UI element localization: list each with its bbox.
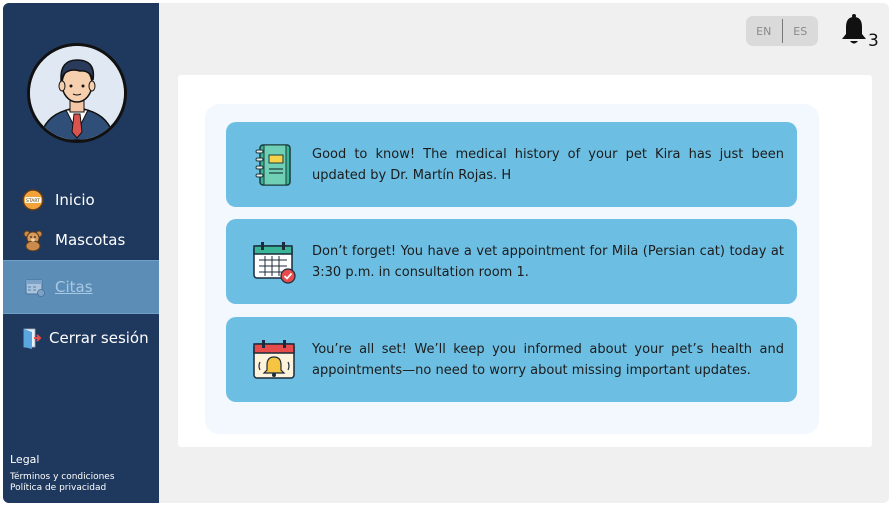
language-es-button[interactable]: ES xyxy=(783,25,819,38)
notification-count: 3 xyxy=(868,31,879,51)
sidebar-item-cerrar-sesion[interactable]: Cerrar sesión xyxy=(3,320,159,356)
medical-notebook-icon xyxy=(250,141,298,189)
notification-card[interactable]: Good to know! The medical history of you… xyxy=(226,122,797,207)
language-switcher: EN ES xyxy=(746,16,818,46)
notification-text: Good to know! The medical history of you… xyxy=(312,146,784,183)
sidebar-item-label: Citas xyxy=(55,278,93,296)
notification-text: Don’t forget! You have a vet appointment… xyxy=(312,243,784,280)
sidebar-item-mascotas[interactable]: Mascotas xyxy=(3,222,159,258)
notification-text: You’re all set! We’ll keep you informed … xyxy=(312,341,784,378)
notifications-container: Good to know! The medical history of you… xyxy=(205,104,819,434)
sidebar-item-citas[interactable]: Citas xyxy=(3,260,159,314)
notification-card[interactable]: You’re all set! We’ll keep you informed … xyxy=(226,317,797,402)
calendar-check-icon xyxy=(250,238,298,286)
user-avatar[interactable] xyxy=(27,43,127,143)
language-en-button[interactable]: EN xyxy=(746,25,782,38)
sidebar-item-inicio[interactable]: START Inicio xyxy=(3,182,159,218)
sidebar-item-label: Cerrar sesión xyxy=(49,329,149,347)
svg-text:START: START xyxy=(26,198,40,204)
notification-card[interactable]: Don’t forget! You have a vet appointment… xyxy=(226,219,797,304)
avatar-portrait-icon xyxy=(30,46,124,140)
main-panel: Good to know! The medical history of you… xyxy=(178,75,872,447)
notification-bell-icon[interactable] xyxy=(839,14,869,46)
appointment-calendar-icon xyxy=(23,275,47,299)
start-badge-icon: START xyxy=(21,188,45,212)
privacy-link[interactable]: Política de privacidad xyxy=(10,483,106,493)
sidebar: START Inicio Mascotas Citas Cerrar sesió… xyxy=(3,3,159,503)
legal-title: Legal xyxy=(10,453,40,466)
logout-door-icon xyxy=(19,326,43,350)
app-frame: START Inicio Mascotas Citas Cerrar sesió… xyxy=(3,3,889,503)
sidebar-item-label: Inicio xyxy=(55,191,95,209)
sidebar-item-label: Mascotas xyxy=(55,231,126,249)
terms-link[interactable]: Términos y condiciones xyxy=(10,472,115,482)
teddy-bear-icon xyxy=(21,228,45,252)
calendar-alarm-icon xyxy=(250,336,298,384)
